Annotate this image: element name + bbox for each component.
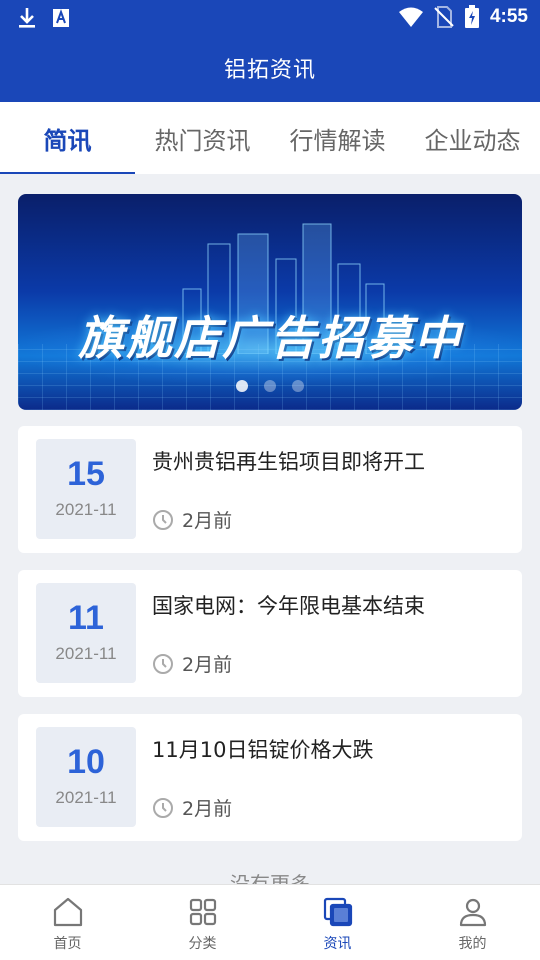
- nav-home[interactable]: 首页: [0, 885, 135, 960]
- status-bar: 4:55: [0, 0, 540, 36]
- news-title: 贵州贵铝再生铝项目即将开工: [152, 450, 425, 474]
- carousel-dot-2[interactable]: [264, 380, 276, 392]
- news-icon: [323, 897, 352, 927]
- date-box: 11 2021-11: [36, 583, 136, 683]
- tab-market-analysis[interactable]: 行情解读: [270, 102, 405, 174]
- nav-news[interactable]: 资讯: [270, 885, 405, 960]
- bottom-navigation: 首页 分类 资讯 我的: [0, 884, 540, 960]
- ad-banner[interactable]: 旗舰店广告招募中: [18, 194, 522, 410]
- news-time-ago: 2月前: [182, 798, 233, 820]
- news-card[interactable]: 11 2021-11 国家电网：今年限电基本结束 2月前: [18, 570, 522, 697]
- news-meta: 2月前: [152, 650, 232, 677]
- date-year-month: 2021-11: [55, 644, 117, 663]
- date-day: 15: [67, 455, 105, 493]
- news-card[interactable]: 15 2021-11 贵州贵铝再生铝项目即将开工 2月前: [18, 426, 522, 553]
- date-year-month: 2021-11: [55, 788, 117, 807]
- date-box: 15 2021-11: [36, 439, 136, 539]
- tab-hot-news[interactable]: 热门资讯: [135, 102, 270, 174]
- font-a-icon: [53, 9, 69, 27]
- date-day: 11: [68, 599, 104, 637]
- carousel-dot-3[interactable]: [292, 380, 304, 392]
- page-title: 铝拓资讯: [223, 58, 316, 83]
- download-icon: [19, 8, 35, 28]
- news-title: 11月10日铝锭价格大跌: [152, 738, 374, 762]
- news-title: 国家电网：今年限电基本结束: [152, 594, 425, 618]
- clock-icon: [153, 797, 173, 818]
- banner-text: 旗舰店广告招募中: [78, 311, 462, 365]
- news-time-ago: 2月前: [182, 510, 233, 532]
- nav-label: 我的: [458, 936, 487, 952]
- wifi-icon: [398, 7, 423, 27]
- nav-label: 分类: [188, 936, 217, 952]
- date-year-month: 2021-11: [55, 500, 117, 519]
- clock-icon: [153, 653, 173, 674]
- grid-icon: [189, 898, 216, 926]
- news-time-ago: 2月前: [182, 654, 233, 676]
- tab-company-news[interactable]: 企业动态: [405, 102, 540, 174]
- news-meta: 2月前: [152, 506, 232, 533]
- app-header: 4:55 铝拓资讯: [0, 0, 540, 102]
- status-time: 4:55: [489, 6, 528, 27]
- news-card[interactable]: 10 2021-11 11月10日铝锭价格大跌 2月前: [18, 714, 522, 841]
- nav-profile[interactable]: 我的: [405, 885, 540, 960]
- home-icon: [53, 897, 82, 927]
- date-box: 10 2021-11: [36, 727, 136, 827]
- tab-briefs[interactable]: 简讯: [0, 102, 135, 174]
- tab-bar: 简讯 热门资讯 行情解读 企业动态: [0, 102, 540, 174]
- no-sim-icon: [434, 6, 454, 28]
- clock-icon: [153, 509, 173, 530]
- nav-label: 资讯: [323, 936, 352, 952]
- date-day: 10: [67, 743, 105, 781]
- news-meta: 2月前: [152, 794, 232, 821]
- nav-label: 首页: [53, 936, 82, 952]
- nav-category[interactable]: 分类: [135, 885, 270, 960]
- carousel-dot-1[interactable]: [236, 380, 248, 392]
- battery-charging-icon: [464, 5, 479, 28]
- carousel-indicator: [18, 380, 522, 392]
- user-icon: [459, 898, 486, 927]
